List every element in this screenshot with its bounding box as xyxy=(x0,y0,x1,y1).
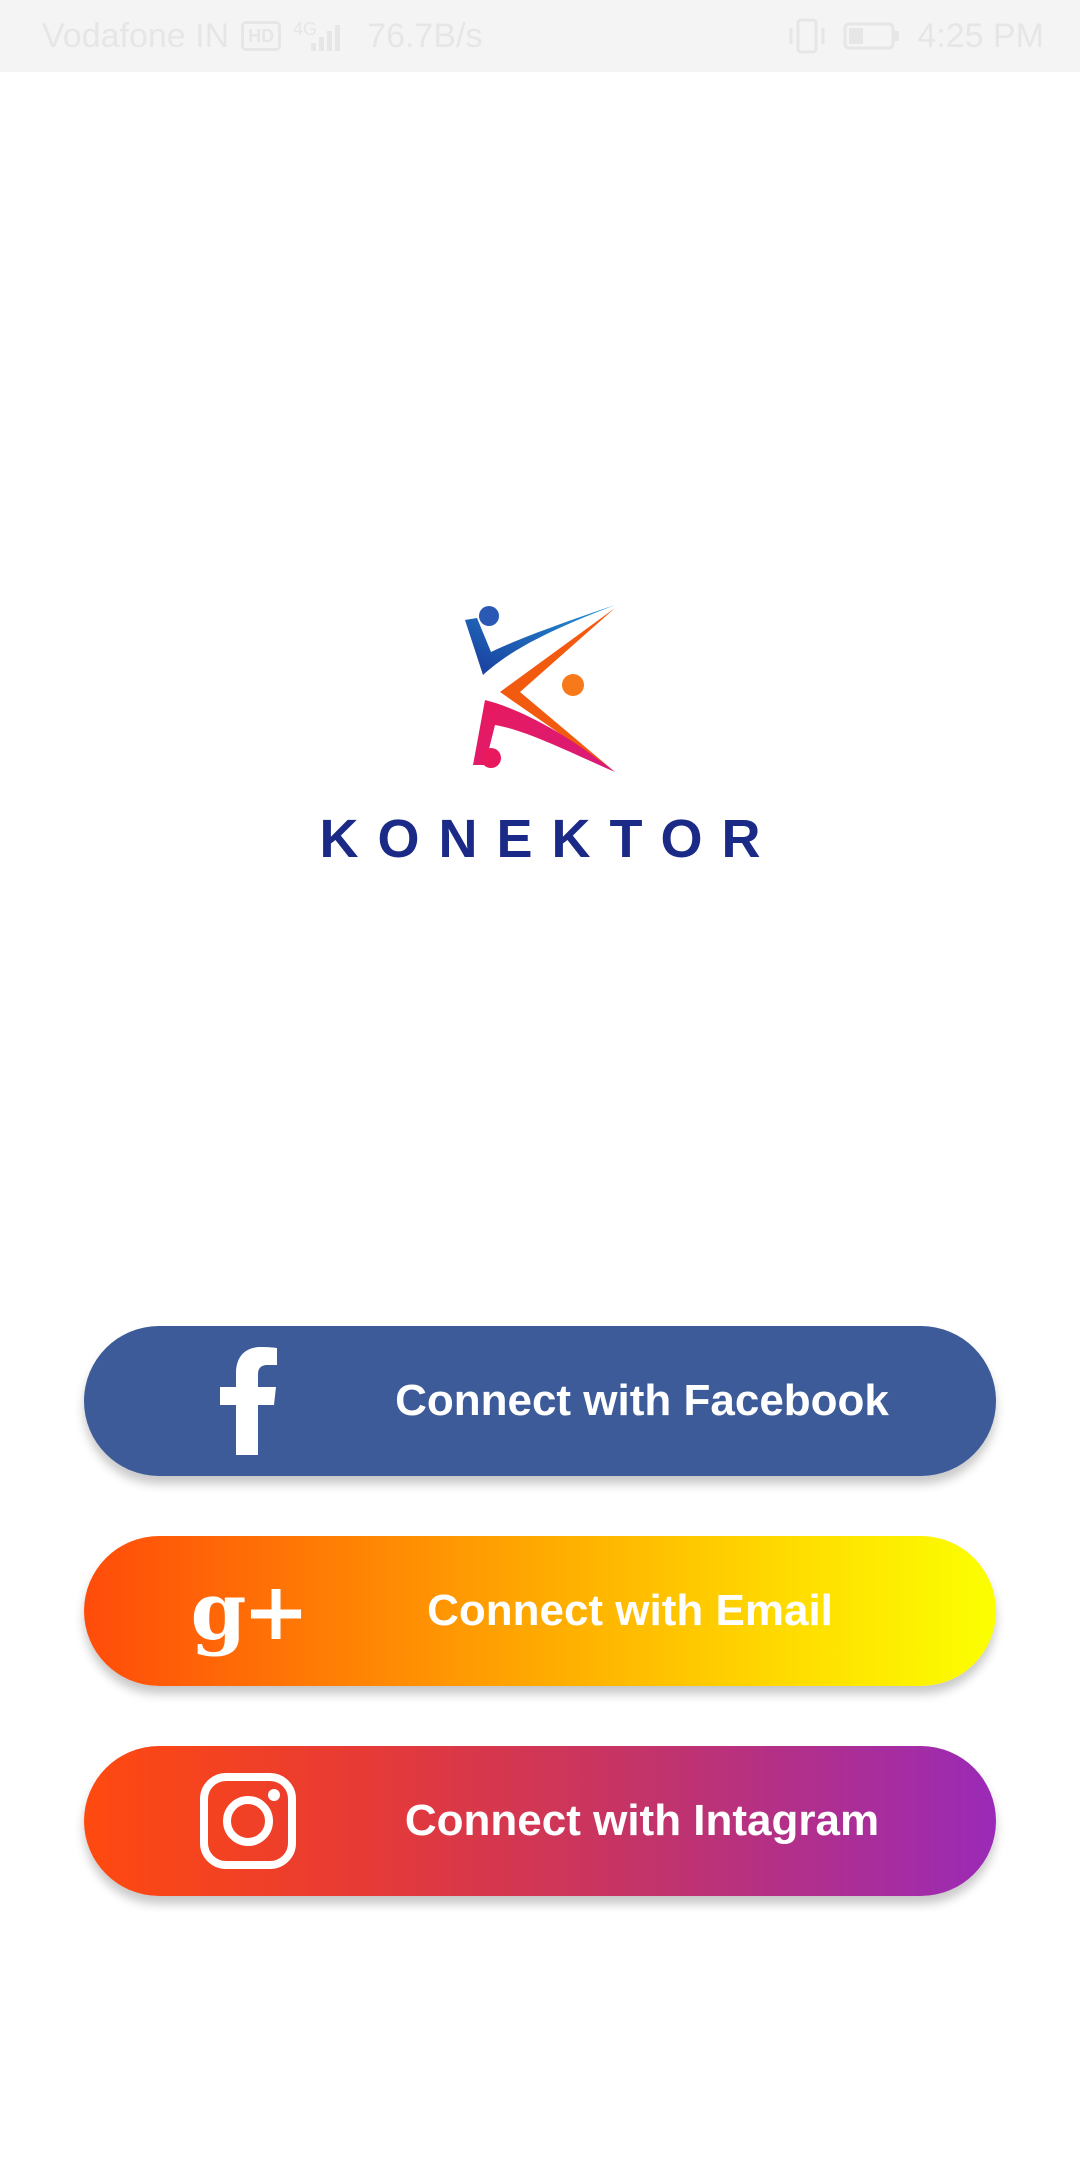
connect-instagram-button[interactable]: Connect with Intagram xyxy=(84,1746,996,1896)
brand-name: KONEKTOR xyxy=(319,809,780,869)
status-left: Vodafone IN HD 4G 76.7B/s xyxy=(42,17,787,56)
connect-email-button[interactable]: g+ Connect with Email xyxy=(84,1536,996,1686)
app-logo: KONEKTOR xyxy=(0,600,1080,870)
battery-icon xyxy=(843,21,901,51)
status-bar: Vodafone IN HD 4G 76.7B/s 4:25 PM xyxy=(0,0,1080,72)
signal-icon: 4G xyxy=(293,19,341,53)
facebook-icon xyxy=(168,1326,328,1476)
connect-facebook-label: Connect with Facebook xyxy=(395,1376,889,1425)
clock: 4:25 PM xyxy=(917,16,1044,55)
instagram-icon xyxy=(168,1746,328,1896)
hd-icon: HD xyxy=(241,21,282,51)
carrier-name: Vodafone IN xyxy=(42,16,230,55)
connect-instagram-label: Connect with Intagram xyxy=(404,1796,880,1845)
svg-text:4G: 4G xyxy=(293,19,317,39)
connect-facebook-button[interactable]: Connect with Facebook xyxy=(84,1326,996,1476)
login-screen: Vodafone IN HD 4G 76.7B/s 4:25 PM KONEKT… xyxy=(0,0,1080,2160)
status-right: 4:25 PM xyxy=(787,17,1044,56)
connect-email-label: Connect with Email xyxy=(427,1586,833,1635)
data-speed: 76.7B/s xyxy=(367,16,483,55)
vibrate-icon xyxy=(787,18,827,54)
konektor-logo-icon xyxy=(465,605,615,772)
